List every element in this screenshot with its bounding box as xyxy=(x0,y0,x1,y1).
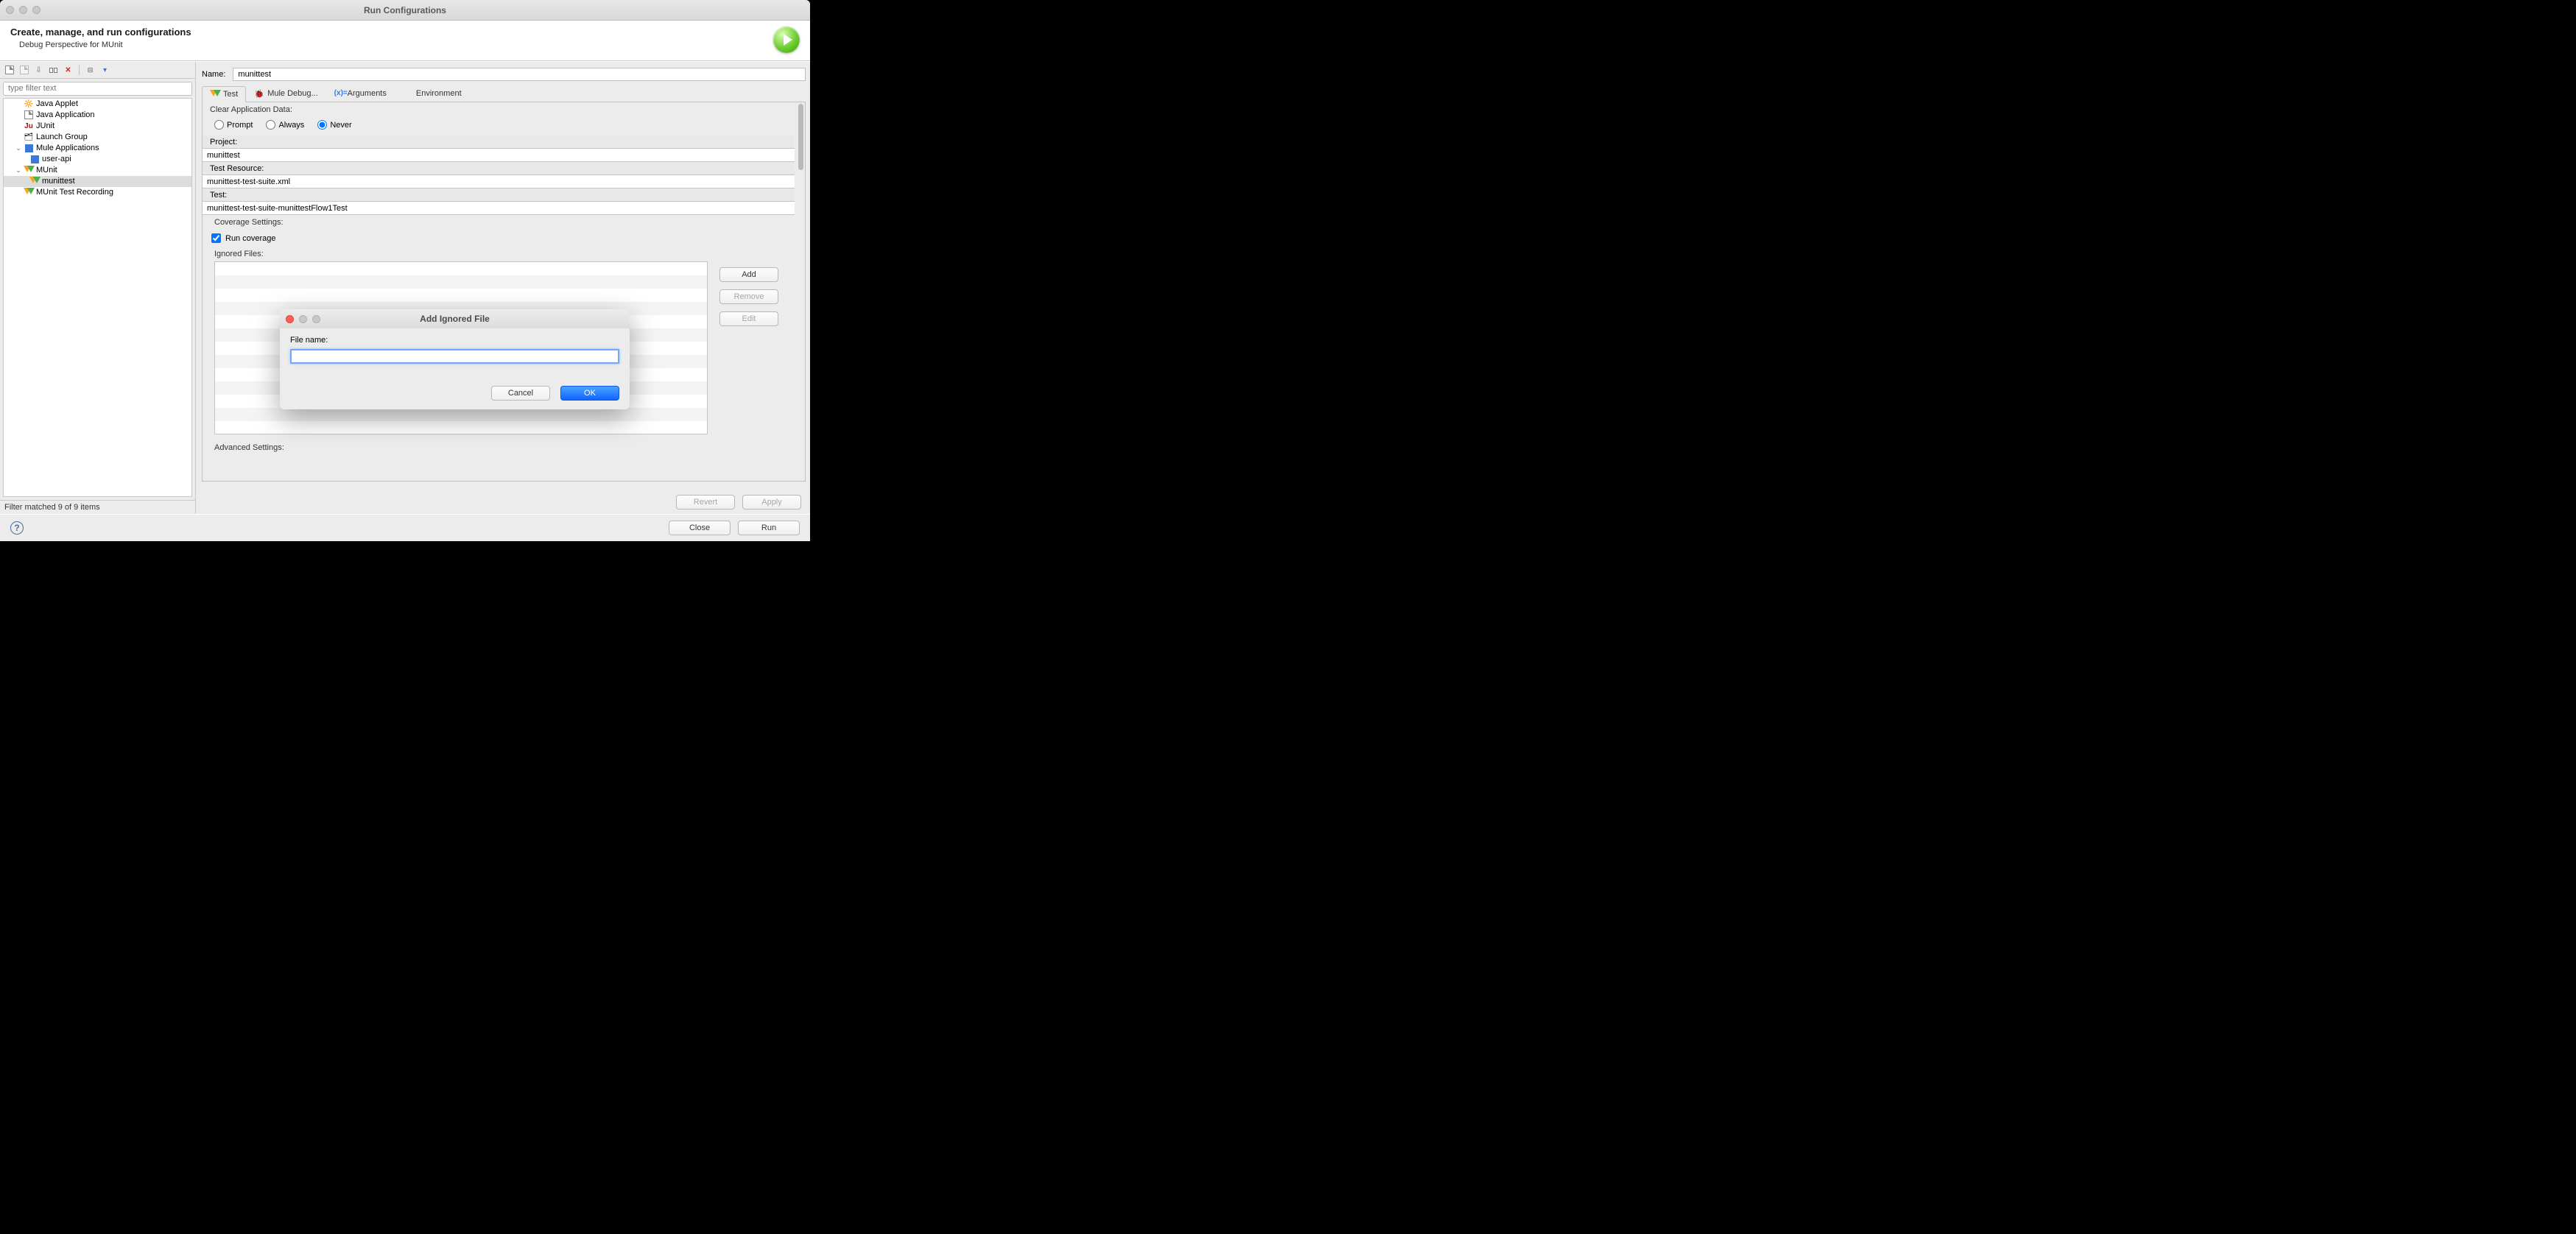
run-configurations-window: Run Configurations Create, manage, and r… xyxy=(0,0,810,541)
add-ignored-file-dialog: Add Ignored File File name: Cancel OK xyxy=(280,309,630,409)
modal-cancel-button[interactable]: Cancel xyxy=(491,386,550,401)
modal-title: Add Ignored File xyxy=(280,314,630,324)
modal-titlebar: Add Ignored File xyxy=(280,309,630,328)
modal-overlay: Add Ignored File File name: Cancel OK xyxy=(0,0,810,541)
modal-file-name-label: File name: xyxy=(290,336,619,345)
modal-file-name-input[interactable] xyxy=(290,349,619,364)
modal-ok-button[interactable]: OK xyxy=(560,386,619,401)
